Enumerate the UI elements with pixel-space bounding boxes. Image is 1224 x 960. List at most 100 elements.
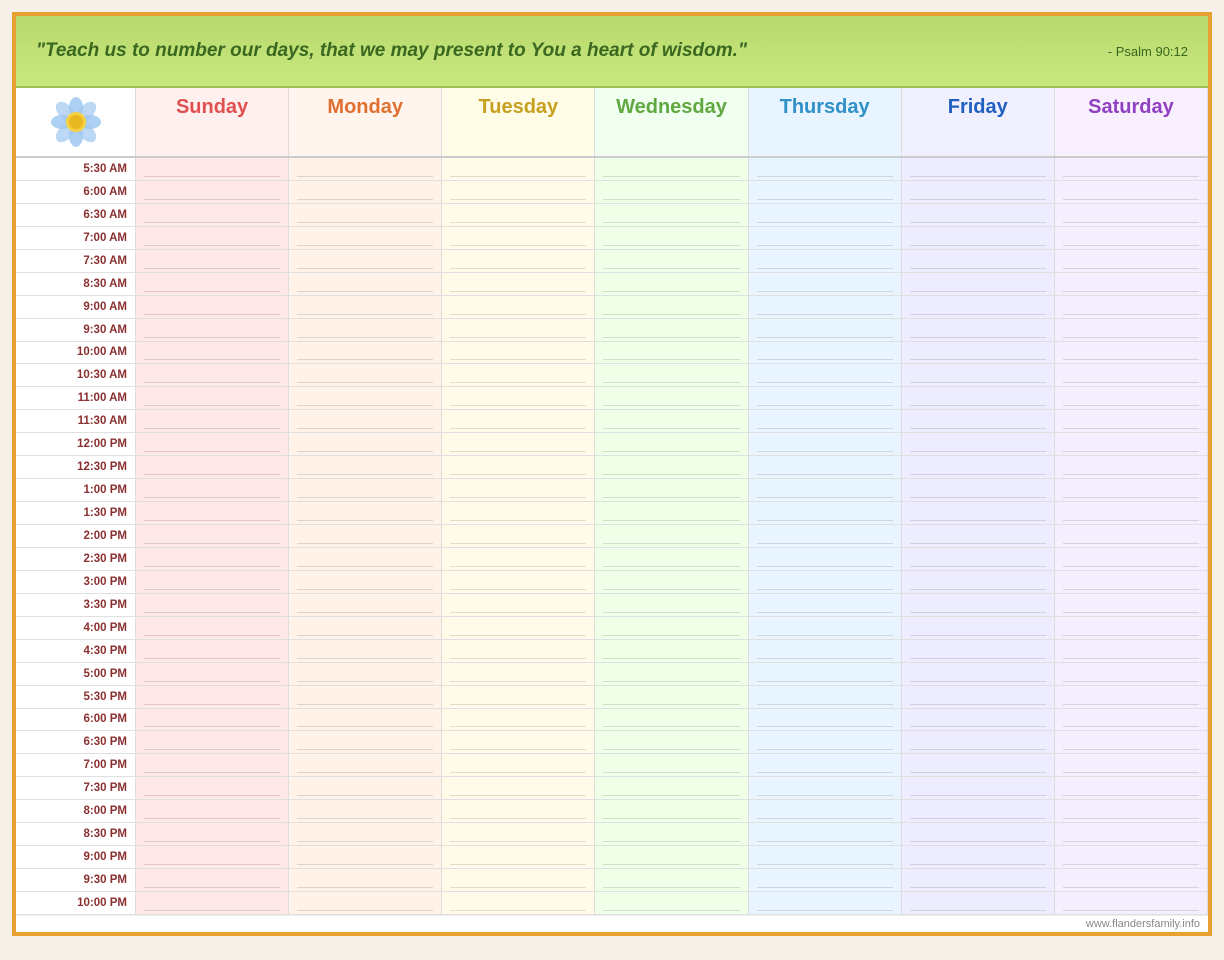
time-cell-monday[interactable] <box>289 525 442 547</box>
time-cell-friday[interactable] <box>902 227 1055 249</box>
time-cell-thursday[interactable] <box>749 892 902 914</box>
time-cell-thursday[interactable] <box>749 777 902 799</box>
time-cell-wednesday[interactable] <box>595 846 748 868</box>
time-cell-wednesday[interactable] <box>595 410 748 432</box>
time-cell-friday[interactable] <box>902 204 1055 226</box>
time-cell-saturday[interactable] <box>1055 456 1208 478</box>
time-cell-friday[interactable] <box>902 319 1055 341</box>
time-cell-thursday[interactable] <box>749 250 902 272</box>
time-cell-friday[interactable] <box>902 250 1055 272</box>
time-cell-sunday[interactable] <box>136 525 289 547</box>
time-cell-tuesday[interactable] <box>442 548 595 570</box>
time-cell-saturday[interactable] <box>1055 869 1208 891</box>
time-cell-tuesday[interactable] <box>442 342 595 364</box>
time-cell-monday[interactable] <box>289 158 442 180</box>
time-cell-sunday[interactable] <box>136 640 289 662</box>
time-cell-friday[interactable] <box>902 410 1055 432</box>
time-cell-sunday[interactable] <box>136 296 289 318</box>
time-cell-tuesday[interactable] <box>442 594 595 616</box>
time-cell-tuesday[interactable] <box>442 410 595 432</box>
time-cell-saturday[interactable] <box>1055 892 1208 914</box>
time-cell-friday[interactable] <box>902 433 1055 455</box>
time-cell-sunday[interactable] <box>136 686 289 708</box>
time-cell-tuesday[interactable] <box>442 663 595 685</box>
time-cell-friday[interactable] <box>902 846 1055 868</box>
time-cell-thursday[interactable] <box>749 594 902 616</box>
time-cell-friday[interactable] <box>902 502 1055 524</box>
time-cell-friday[interactable] <box>902 158 1055 180</box>
time-cell-sunday[interactable] <box>136 869 289 891</box>
time-cell-friday[interactable] <box>902 823 1055 845</box>
time-cell-thursday[interactable] <box>749 686 902 708</box>
time-cell-sunday[interactable] <box>136 617 289 639</box>
time-cell-thursday[interactable] <box>749 663 902 685</box>
time-cell-thursday[interactable] <box>749 342 902 364</box>
time-cell-friday[interactable] <box>902 479 1055 501</box>
time-cell-monday[interactable] <box>289 364 442 386</box>
time-cell-saturday[interactable] <box>1055 594 1208 616</box>
time-cell-wednesday[interactable] <box>595 709 748 731</box>
time-cell-friday[interactable] <box>902 709 1055 731</box>
time-cell-thursday[interactable] <box>749 273 902 295</box>
time-cell-saturday[interactable] <box>1055 296 1208 318</box>
time-cell-monday[interactable] <box>289 709 442 731</box>
time-cell-friday[interactable] <box>902 181 1055 203</box>
time-cell-wednesday[interactable] <box>595 525 748 547</box>
time-cell-wednesday[interactable] <box>595 731 748 753</box>
time-cell-saturday[interactable] <box>1055 731 1208 753</box>
time-cell-wednesday[interactable] <box>595 364 748 386</box>
time-cell-friday[interactable] <box>902 387 1055 409</box>
time-cell-saturday[interactable] <box>1055 273 1208 295</box>
time-cell-friday[interactable] <box>902 296 1055 318</box>
time-cell-saturday[interactable] <box>1055 754 1208 776</box>
time-cell-saturday[interactable] <box>1055 823 1208 845</box>
time-cell-thursday[interactable] <box>749 456 902 478</box>
time-cell-thursday[interactable] <box>749 525 902 547</box>
time-cell-saturday[interactable] <box>1055 525 1208 547</box>
time-cell-sunday[interactable] <box>136 250 289 272</box>
time-cell-tuesday[interactable] <box>442 823 595 845</box>
time-cell-thursday[interactable] <box>749 709 902 731</box>
time-cell-tuesday[interactable] <box>442 892 595 914</box>
time-cell-monday[interactable] <box>289 892 442 914</box>
time-cell-thursday[interactable] <box>749 823 902 845</box>
time-cell-tuesday[interactable] <box>442 502 595 524</box>
time-cell-wednesday[interactable] <box>595 204 748 226</box>
time-cell-wednesday[interactable] <box>595 433 748 455</box>
time-cell-sunday[interactable] <box>136 709 289 731</box>
time-cell-friday[interactable] <box>902 364 1055 386</box>
time-cell-saturday[interactable] <box>1055 502 1208 524</box>
time-cell-sunday[interactable] <box>136 800 289 822</box>
time-cell-sunday[interactable] <box>136 387 289 409</box>
time-cell-tuesday[interactable] <box>442 846 595 868</box>
time-cell-monday[interactable] <box>289 273 442 295</box>
time-cell-thursday[interactable] <box>749 846 902 868</box>
time-cell-monday[interactable] <box>289 594 442 616</box>
time-cell-friday[interactable] <box>902 617 1055 639</box>
time-cell-tuesday[interactable] <box>442 754 595 776</box>
time-cell-sunday[interactable] <box>136 181 289 203</box>
time-cell-monday[interactable] <box>289 800 442 822</box>
time-cell-sunday[interactable] <box>136 479 289 501</box>
time-cell-saturday[interactable] <box>1055 777 1208 799</box>
time-cell-tuesday[interactable] <box>442 273 595 295</box>
time-cell-tuesday[interactable] <box>442 227 595 249</box>
time-cell-sunday[interactable] <box>136 663 289 685</box>
time-cell-monday[interactable] <box>289 319 442 341</box>
time-cell-wednesday[interactable] <box>595 387 748 409</box>
time-cell-monday[interactable] <box>289 410 442 432</box>
time-cell-thursday[interactable] <box>749 640 902 662</box>
time-cell-monday[interactable] <box>289 869 442 891</box>
time-cell-tuesday[interactable] <box>442 479 595 501</box>
time-cell-wednesday[interactable] <box>595 181 748 203</box>
time-cell-sunday[interactable] <box>136 204 289 226</box>
time-cell-friday[interactable] <box>902 686 1055 708</box>
time-cell-sunday[interactable] <box>136 319 289 341</box>
time-cell-saturday[interactable] <box>1055 686 1208 708</box>
time-cell-wednesday[interactable] <box>595 663 748 685</box>
time-cell-tuesday[interactable] <box>442 709 595 731</box>
time-cell-wednesday[interactable] <box>595 777 748 799</box>
time-cell-wednesday[interactable] <box>595 296 748 318</box>
time-cell-tuesday[interactable] <box>442 686 595 708</box>
time-cell-sunday[interactable] <box>136 502 289 524</box>
